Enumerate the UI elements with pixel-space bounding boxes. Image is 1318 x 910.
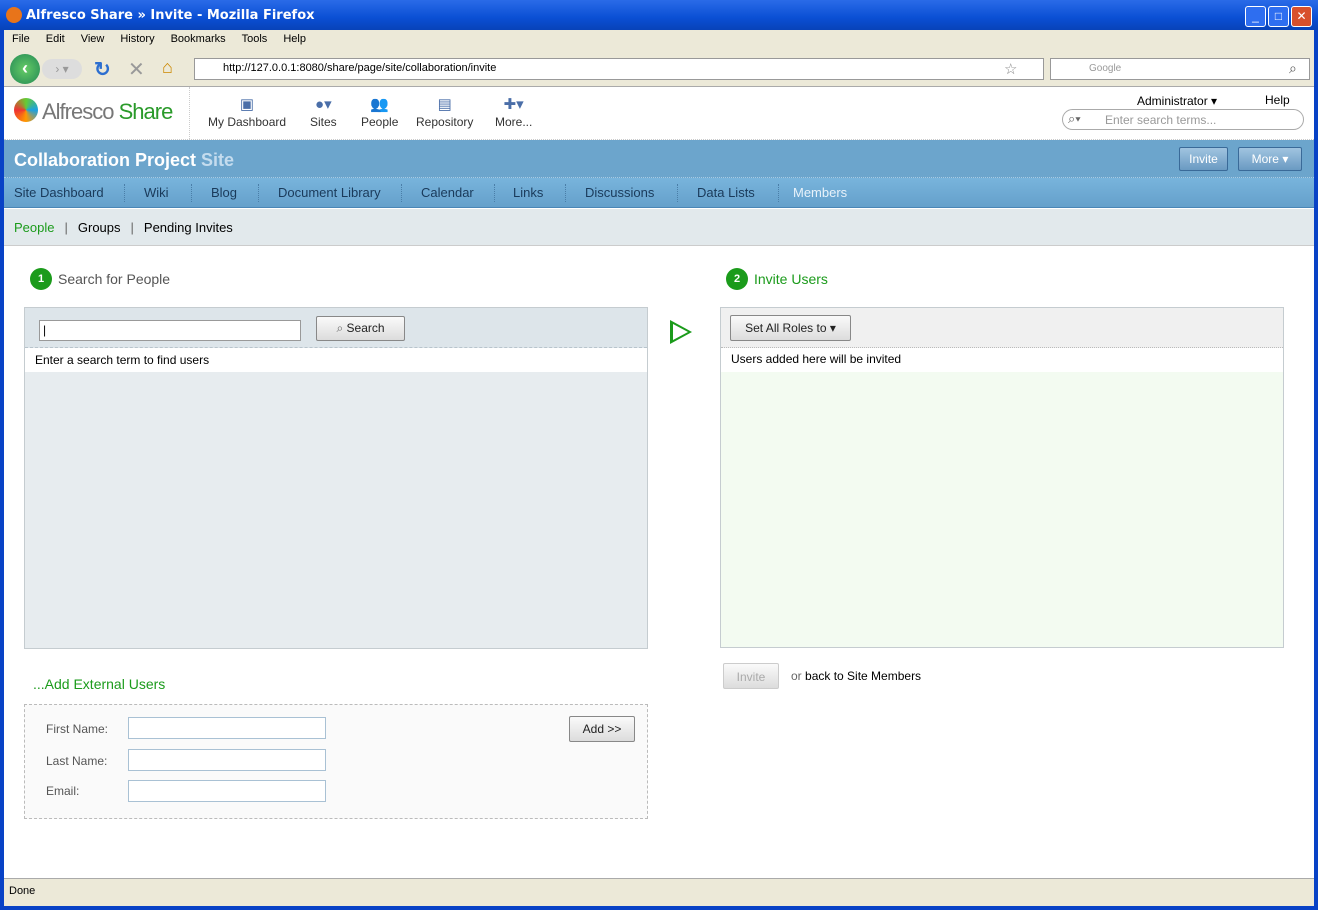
people-search-input[interactable]: | bbox=[39, 320, 301, 341]
stop-icon[interactable]: ✕ bbox=[128, 57, 145, 82]
add-external-user-button[interactable]: Add >> bbox=[569, 716, 635, 742]
search-icon[interactable]: ⌕ bbox=[1289, 60, 1297, 77]
menu-bookmarks[interactable]: Bookmarks bbox=[171, 33, 226, 45]
menu-history[interactable]: History bbox=[120, 33, 154, 45]
home-icon[interactable]: ⌂ bbox=[162, 57, 173, 78]
user-menu[interactable]: Administrator ▾ bbox=[1137, 94, 1217, 108]
email-input[interactable] bbox=[128, 780, 326, 802]
subnav-pending-invites[interactable]: Pending Invites bbox=[144, 220, 233, 235]
site-nav-links[interactable]: Links bbox=[513, 185, 543, 200]
repository-icon: ▤ bbox=[437, 96, 452, 113]
site-search-input[interactable]: Enter search terms... bbox=[1062, 109, 1304, 130]
last-name-input[interactable] bbox=[128, 749, 326, 771]
app-logo[interactable]: Alfresco Share bbox=[42, 99, 173, 125]
search-title: Search for People bbox=[58, 271, 171, 287]
invite-header-button[interactable]: Invite bbox=[1179, 147, 1228, 171]
menu-tools[interactable]: Tools bbox=[242, 33, 268, 45]
more-header-button[interactable]: More ▾ bbox=[1238, 147, 1302, 171]
invite-panel: Set All Roles to ▾ Users added here will… bbox=[720, 307, 1284, 648]
first-name-input[interactable] bbox=[128, 717, 326, 739]
step-2-badge: 2 bbox=[726, 268, 748, 290]
maximize-button[interactable]: □ bbox=[1268, 6, 1289, 27]
nav-people[interactable]: 👥 People bbox=[361, 95, 398, 129]
set-all-roles-button[interactable]: Set All Roles to ▾ bbox=[730, 315, 851, 341]
bookmark-star-icon[interactable]: ☆ bbox=[1004, 60, 1017, 78]
nav-sites[interactable]: ●▾ Sites bbox=[310, 95, 337, 129]
search-empty-message: Enter a search term to find users bbox=[25, 348, 647, 372]
browser-search-input[interactable]: Google bbox=[1050, 58, 1310, 80]
site-nav-calendar[interactable]: Calendar bbox=[421, 185, 474, 200]
help-link[interactable]: Help bbox=[1265, 93, 1290, 107]
people-icon: 👥 bbox=[370, 96, 390, 113]
window-title: Alfresco Share » Invite - Mozilla Firefo… bbox=[0, 0, 1318, 30]
search-options-icon[interactable]: ⌕▾ bbox=[1068, 111, 1081, 127]
nav-my-dashboard[interactable]: ▣ My Dashboard bbox=[208, 95, 286, 129]
invite-button[interactable]: Invite bbox=[723, 663, 779, 689]
menu-bar: File Edit View History Bookmarks Tools Help bbox=[4, 30, 1314, 51]
nav-more[interactable]: ✚▾ More... bbox=[495, 95, 532, 129]
site-nav-document-library[interactable]: Document Library bbox=[278, 185, 381, 200]
dashboard-icon: ▣ bbox=[239, 96, 255, 113]
site-nav-data-lists[interactable]: Data Lists bbox=[697, 185, 755, 200]
subnav-people[interactable]: People bbox=[14, 220, 54, 235]
external-users-title: ...Add External Users bbox=[33, 676, 166, 692]
site-nav-members[interactable]: Members bbox=[793, 185, 847, 200]
forward-button[interactable]: › ▾ bbox=[42, 59, 82, 79]
external-users-panel: First Name: Last Name: Email: Add >> bbox=[24, 704, 648, 819]
firefox-icon bbox=[6, 7, 22, 23]
site-title: Collaboration Project Site bbox=[14, 150, 235, 170]
site-nav-dashboard[interactable]: Site Dashboard bbox=[14, 185, 104, 200]
back-to-site-members-link[interactable]: back to Site Members bbox=[805, 669, 921, 683]
app-header: Alfresco Share ▣ My Dashboard ●▾ Sites 👥 Pe… bbox=[4, 87, 1314, 140]
reload-icon[interactable]: ↻ bbox=[94, 57, 111, 82]
search-button[interactable]: ⌕ Search bbox=[316, 316, 405, 341]
search-panel: | ⌕ Search Enter a search term to find u… bbox=[24, 307, 648, 649]
menu-edit[interactable]: Edit bbox=[46, 33, 65, 45]
back-button[interactable]: ‹ bbox=[10, 54, 40, 84]
menu-view[interactable]: View bbox=[81, 33, 105, 45]
status-bar: Done bbox=[4, 878, 1314, 906]
url-bar[interactable]: http://127.0.0.1:8080/share/page/site/co… bbox=[194, 58, 1044, 80]
site-nav-wiki[interactable]: Wiki bbox=[144, 185, 169, 200]
minimize-button[interactable]: _ bbox=[1245, 6, 1266, 27]
step-1-badge: 1 bbox=[30, 268, 52, 290]
members-subnav: People | Groups | Pending Invites bbox=[4, 209, 1314, 246]
site-nav-blog[interactable]: Blog bbox=[211, 185, 237, 200]
menu-file[interactable]: File bbox=[12, 33, 30, 45]
site-title-bar: Collaboration Project Site Invite More ▾ bbox=[4, 140, 1314, 178]
close-window-button[interactable]: ✕ bbox=[1291, 6, 1312, 27]
search-icon: ⌕ bbox=[336, 321, 344, 335]
site-navigation: Site Dashboard Wiki Blog Document Librar… bbox=[4, 178, 1314, 208]
alfresco-logo-icon bbox=[14, 98, 38, 122]
plus-icon: ✚▾ bbox=[503, 96, 524, 113]
invite-empty-message: Users added here will be invited bbox=[721, 348, 1283, 372]
nav-repository[interactable]: ▤ Repository bbox=[416, 95, 473, 129]
subnav-groups[interactable]: Groups bbox=[78, 220, 121, 235]
navigation-toolbar: ‹ › ▾ ↻ ✕ ⌂ http://127.0.0.1:8080/share/… bbox=[4, 51, 1314, 87]
site-nav-discussions[interactable]: Discussions bbox=[585, 185, 654, 200]
globe-icon: ●▾ bbox=[315, 96, 332, 113]
menu-help[interactable]: Help bbox=[283, 33, 306, 45]
invite-title: Invite Users bbox=[754, 271, 828, 287]
